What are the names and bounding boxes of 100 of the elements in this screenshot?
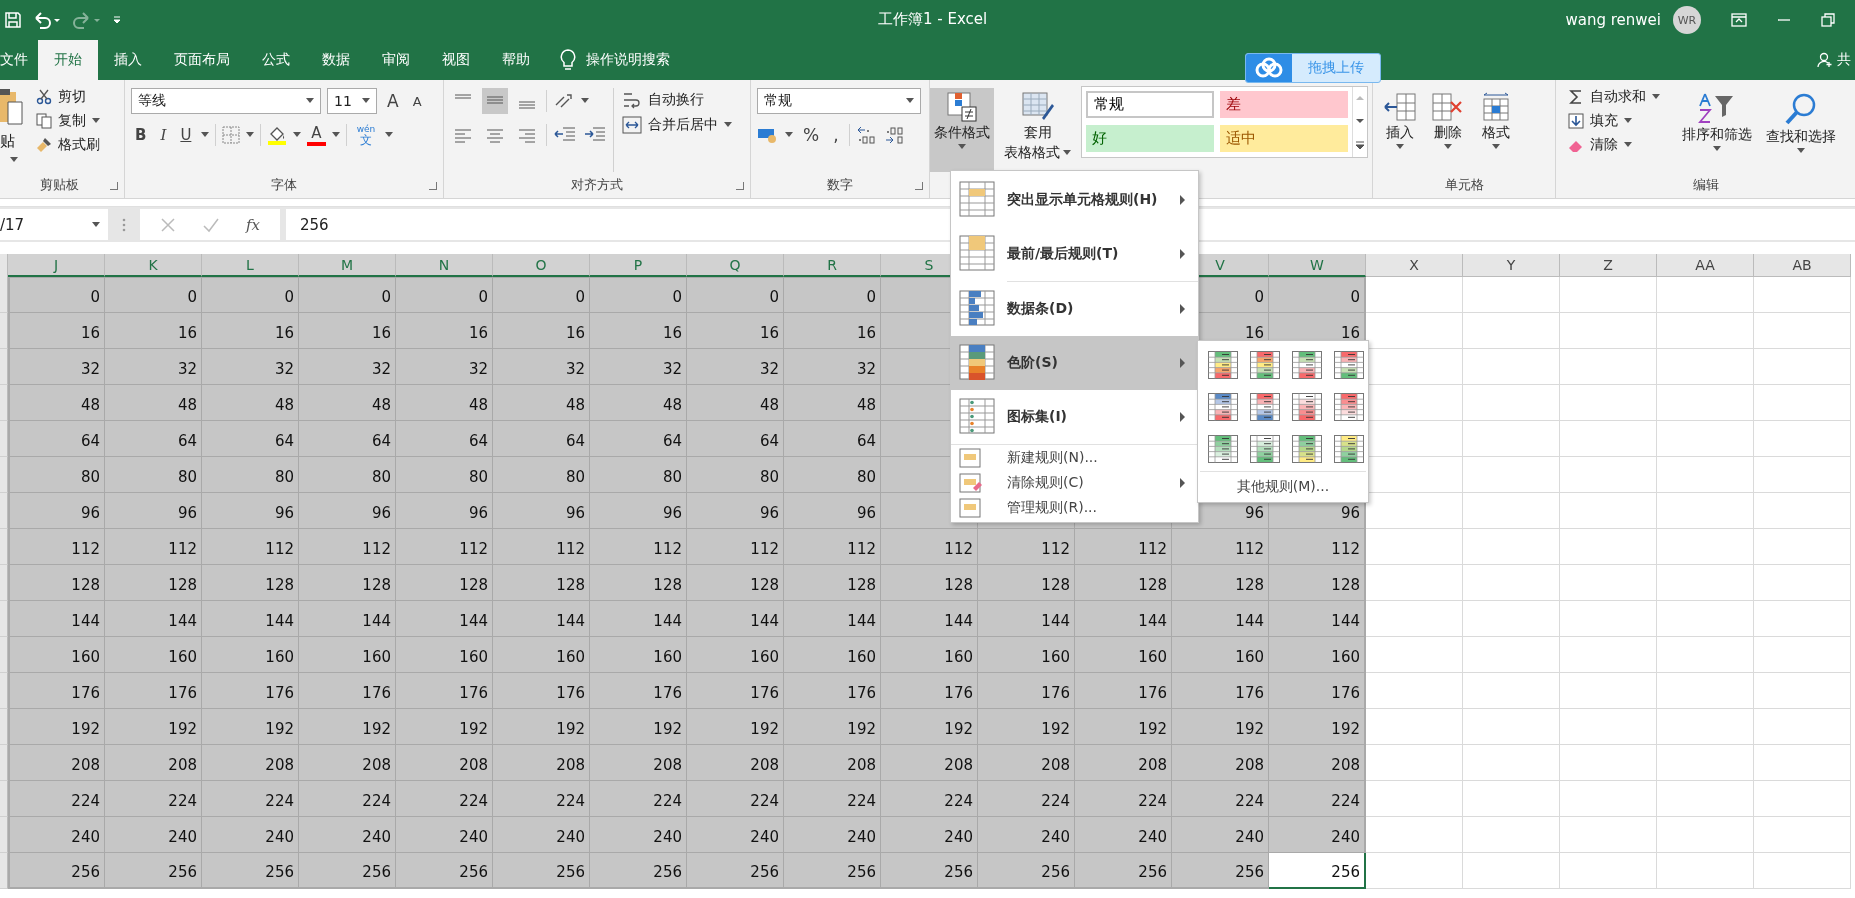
ribbon-tab[interactable]: 页面布局 <box>158 40 246 80</box>
copy-icon[interactable] <box>36 113 52 129</box>
wrap-text-button[interactable]: 自动换行 <box>648 91 704 109</box>
merge-center-button[interactable]: 合并后居中 <box>648 116 718 134</box>
clipboard-icon[interactable] <box>0 88 24 128</box>
editing-action[interactable]: 清除 <box>1590 136 1618 154</box>
bold-button[interactable]: B <box>131 126 151 144</box>
column-header[interactable]: Y <box>1463 254 1560 277</box>
cells-button[interactable]: 格式 <box>1475 88 1517 172</box>
column-header[interactable]: AB <box>1754 254 1851 277</box>
sigma-icon[interactable] <box>1568 89 1584 105</box>
column-header[interactable]: Z <box>1560 254 1657 277</box>
customize-icon[interactable] <box>112 14 122 26</box>
percent-button[interactable]: % <box>799 125 824 145</box>
expand-gallery-icon[interactable] <box>1355 139 1365 150</box>
column-header[interactable]: O <box>493 254 590 277</box>
caret-icon[interactable] <box>246 132 255 138</box>
undo-icon[interactable] <box>32 11 62 29</box>
ribbon-tab[interactable]: 插入 <box>98 40 158 80</box>
grow-font-button[interactable]: A <box>383 91 403 111</box>
font-color-button[interactable]: A <box>307 124 326 146</box>
fill-color-icon[interactable] <box>267 125 288 145</box>
caret-icon[interactable] <box>293 132 302 138</box>
ribbon-tab[interactable]: 数据 <box>306 40 366 80</box>
drag-handle-icon[interactable] <box>122 216 126 233</box>
restore-icon[interactable] <box>1821 13 1835 27</box>
tell-me-search[interactable]: 操作说明搜索 <box>586 51 670 69</box>
color-scale-icon[interactable] <box>1334 435 1364 463</box>
cells-button[interactable]: 删除 <box>1427 88 1469 172</box>
caret-icon[interactable] <box>581 98 589 104</box>
wrap-text-icon[interactable] <box>622 90 642 110</box>
menu-item[interactable]: 清除规则(C) <box>951 470 1198 495</box>
caret-icon[interactable] <box>1624 118 1632 124</box>
decrease-decimal-icon[interactable] <box>883 125 906 145</box>
cells-button[interactable]: 插入 <box>1379 88 1421 172</box>
caret-icon[interactable] <box>1624 142 1632 148</box>
shrink-font-button[interactable]: A <box>408 93 426 109</box>
color-scale-icon[interactable] <box>1250 351 1280 379</box>
lightbulb-icon[interactable] <box>560 49 576 71</box>
sort-filter-button[interactable]: 排序和筛选 <box>1678 88 1756 172</box>
conditional-formatting-button[interactable]: 条件格式 <box>930 88 994 172</box>
comma-button[interactable]: , <box>829 125 843 145</box>
cell-style-swatch[interactable]: 差 <box>1220 91 1348 118</box>
clipboard-action[interactable]: 格式刷 <box>58 136 100 154</box>
scroll-down-icon[interactable] <box>1355 117 1365 125</box>
name-box[interactable]: /17 <box>0 209 108 240</box>
save-icon[interactable] <box>4 11 22 29</box>
column-header[interactable]: P <box>590 254 687 277</box>
user-avatar[interactable]: WR <box>1673 6 1701 34</box>
color-scale-icon[interactable] <box>1292 393 1322 421</box>
insert-function-button[interactable]: fx <box>246 215 260 234</box>
ribbon-tab[interactable]: 公式 <box>246 40 306 80</box>
color-scale-icon[interactable] <box>1250 393 1280 421</box>
editing-action[interactable]: 自动求和 <box>1590 88 1646 106</box>
menu-item[interactable]: 色阶(S) <box>951 336 1198 390</box>
dialog-launcher-icon[interactable] <box>110 182 118 190</box>
ribbon-tab[interactable]: 开始 <box>38 40 98 80</box>
menu-item[interactable]: 图标集(I) <box>951 390 1198 444</box>
color-scale-icon[interactable] <box>1208 351 1238 379</box>
column-header[interactable]: W <box>1269 254 1366 277</box>
dialog-launcher-icon[interactable] <box>915 182 923 190</box>
color-scale-icon[interactable] <box>1208 393 1238 421</box>
column-header[interactable]: K <box>105 254 202 277</box>
underline-button[interactable]: U <box>176 126 196 144</box>
font-size-field[interactable]: 11 <box>327 88 377 114</box>
ribbon-tab[interactable]: 视图 <box>426 40 486 80</box>
color-scale-icon[interactable] <box>1208 435 1238 463</box>
column-header[interactable]: N <box>396 254 493 277</box>
paste-button[interactable]: 贴 <box>0 132 15 151</box>
color-scale-icon[interactable] <box>1250 435 1280 463</box>
column-header[interactable]: X <box>1366 254 1463 277</box>
phonetic-button[interactable]: wén 文 <box>352 124 380 146</box>
menu-item[interactable]: 突出显示单元格规则(H) <box>951 173 1198 227</box>
share-label[interactable]: 共 <box>1837 51 1851 69</box>
ribbon-tab[interactable]: 审阅 <box>366 40 426 80</box>
currency-icon[interactable] <box>757 126 779 144</box>
dialog-launcher-icon[interactable] <box>736 182 744 190</box>
cell-style-swatch[interactable]: 好 <box>1086 125 1214 152</box>
font-name-field[interactable]: 等线 <box>131 88 321 114</box>
caret-icon[interactable] <box>201 132 210 138</box>
caret-icon[interactable] <box>785 132 793 138</box>
column-header[interactable]: AA <box>1657 254 1754 277</box>
column-header[interactable]: L <box>202 254 299 277</box>
scissors-icon[interactable] <box>36 89 52 105</box>
find-select-button[interactable]: 查找和选择 <box>1762 88 1840 172</box>
caret-icon[interactable] <box>906 98 914 104</box>
column-header[interactable]: Q <box>687 254 784 277</box>
cell-style-swatch[interactable]: 常规 <box>1086 91 1214 118</box>
editing-action[interactable]: 填充 <box>1590 112 1618 130</box>
color-scale-icon[interactable] <box>1334 393 1364 421</box>
ribbon-tab[interactable]: 文件 <box>0 40 38 80</box>
column-header[interactable]: R <box>784 254 881 277</box>
ribbon-display-icon[interactable] <box>1731 13 1747 27</box>
number-format-field[interactable]: 常规 <box>757 88 921 114</box>
caret-icon[interactable] <box>724 122 732 128</box>
caret-icon[interactable] <box>92 221 100 228</box>
caret-icon[interactable] <box>306 98 314 104</box>
ribbon-tab[interactable]: 帮助 <box>486 40 546 80</box>
clipboard-action[interactable]: 复制 <box>58 112 86 130</box>
caret-icon[interactable] <box>10 157 18 163</box>
